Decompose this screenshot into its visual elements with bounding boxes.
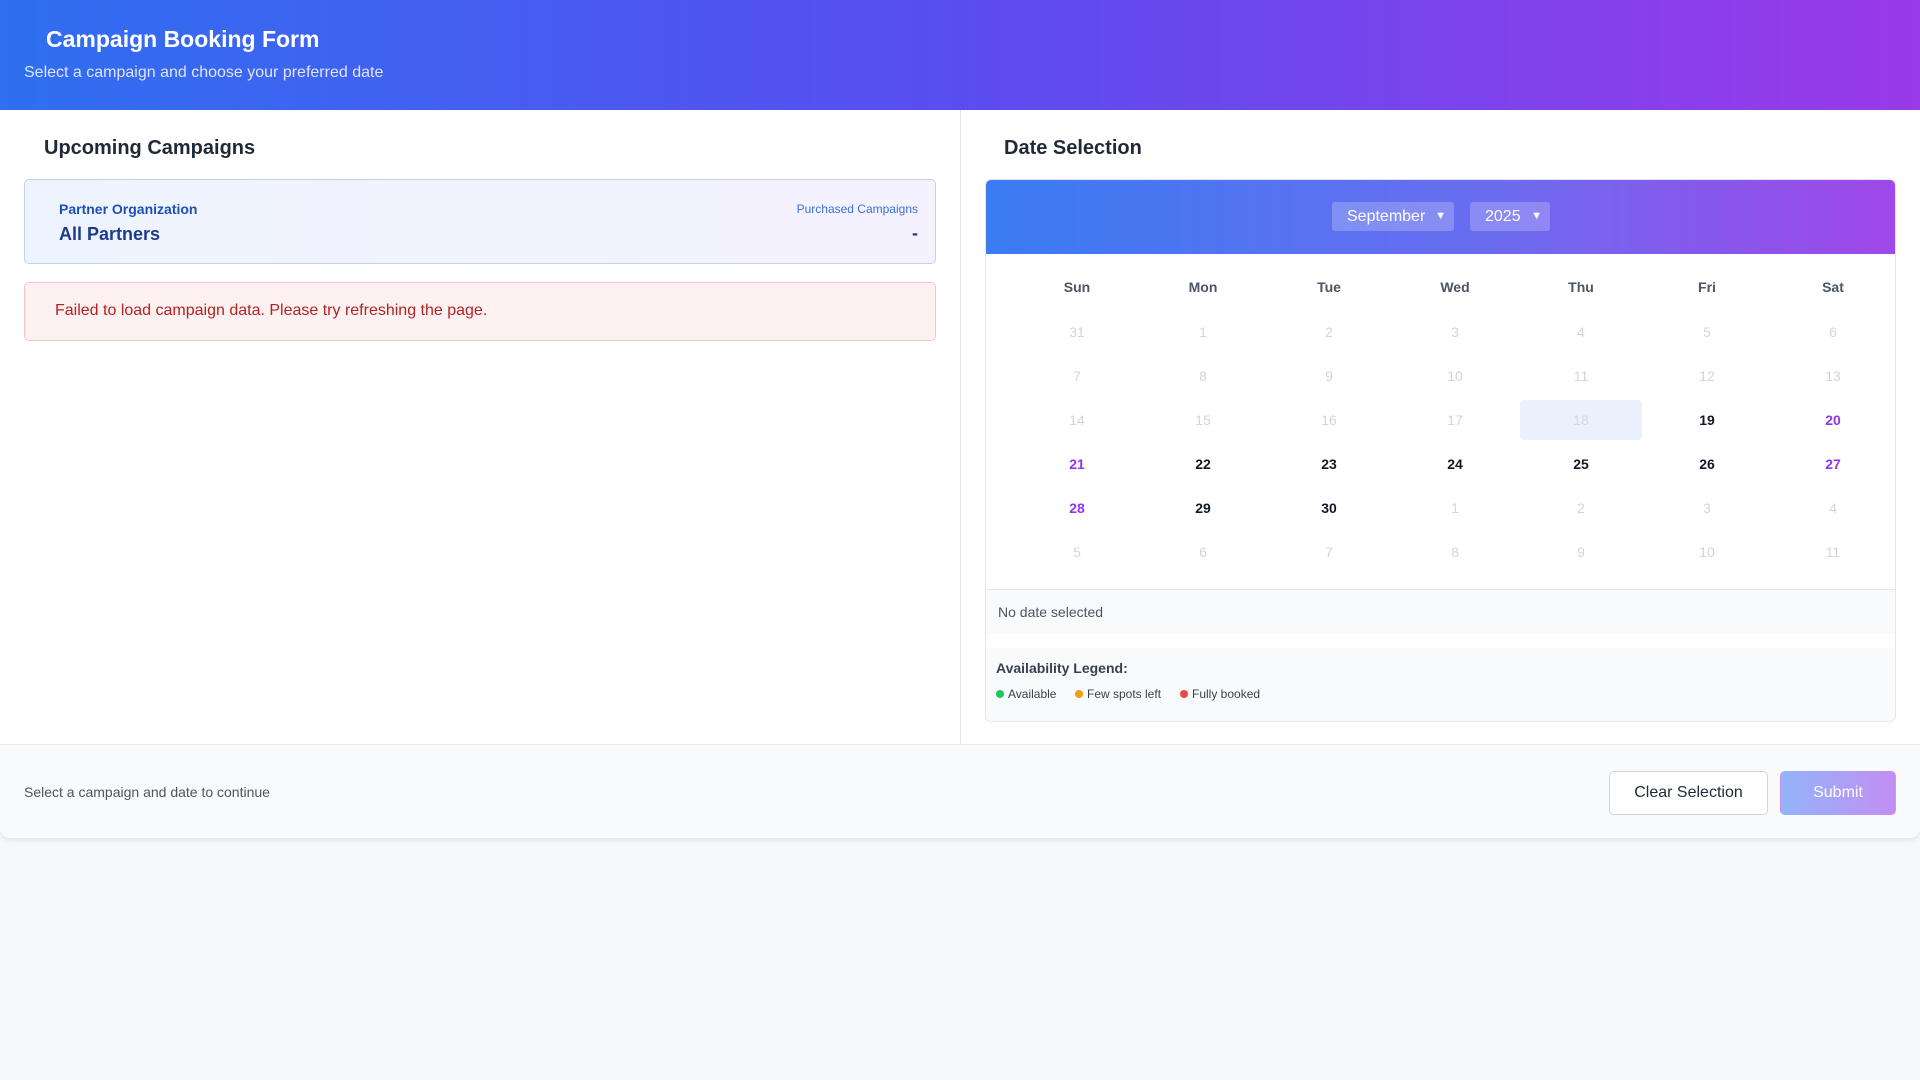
calendar-day: 5 bbox=[1703, 324, 1711, 340]
few-spots-dot-icon bbox=[1075, 689, 1083, 698]
calendar-day: 9 bbox=[1325, 368, 1333, 384]
calendar-day: 31 bbox=[1069, 324, 1085, 340]
weekday-wed: Wed bbox=[1440, 279, 1470, 295]
legend-label: Fully booked bbox=[1192, 687, 1261, 701]
calendar-day: 6 bbox=[1829, 324, 1837, 340]
calendar-day[interactable]: 18 bbox=[1520, 400, 1642, 440]
calendar-day: 3 bbox=[1451, 324, 1459, 340]
weekday-sun: Sun bbox=[1063, 279, 1091, 295]
error-message-box: Failed to load campaign data. Please try… bbox=[24, 282, 936, 341]
calendar-day: 7 bbox=[1325, 544, 1333, 560]
date-section-title: Date Selection bbox=[1004, 137, 1142, 159]
calendar-day: 5 bbox=[1073, 544, 1081, 560]
calendar-day[interactable]: 27 bbox=[1772, 444, 1894, 484]
calendar-day: 16 bbox=[1321, 412, 1337, 428]
legend-title: Availability Legend: bbox=[996, 660, 1128, 676]
weekday-sat: Sat bbox=[1822, 279, 1844, 295]
legend-item-fully-booked: Fully booked bbox=[1180, 687, 1260, 701]
calendar-day[interactable]: 25 bbox=[1520, 444, 1642, 484]
legend-item-available: Available bbox=[996, 687, 1056, 701]
weekday-tue: Tue bbox=[1317, 279, 1341, 295]
submit-button[interactable]: Submit bbox=[1780, 771, 1896, 815]
legend-label: Few spots left bbox=[1087, 687, 1162, 701]
year-select-value: 2025 bbox=[1485, 208, 1521, 225]
calendar-day: 10 bbox=[1699, 544, 1715, 560]
calendar-day: 10 bbox=[1447, 368, 1463, 384]
available-dot-icon bbox=[996, 689, 1004, 698]
form-footer: Select a campaign and date to continue C… bbox=[0, 744, 1920, 838]
calendar-day: 14 bbox=[1069, 412, 1085, 428]
chevron-down-icon: ▼ bbox=[1435, 210, 1446, 222]
booking-app: Campaign Booking Form Select a campaign … bbox=[0, 0, 1920, 838]
purchased-campaigns-label: Purchased Campaigns bbox=[796, 202, 918, 216]
legend-label: Available bbox=[1008, 687, 1057, 701]
calendar-day[interactable]: 20 bbox=[1772, 400, 1894, 440]
calendar-day: 1 bbox=[1451, 500, 1459, 516]
calendar-header: September ▼ 2025 ▼ bbox=[986, 180, 1895, 254]
fully-booked-dot-icon bbox=[1180, 689, 1188, 698]
partner-card[interactable]: Partner Organization All Partners Purcha… bbox=[24, 179, 936, 264]
calendar-day: 15 bbox=[1195, 412, 1211, 428]
page-subtitle: Select a campaign and choose your prefer… bbox=[24, 64, 384, 81]
weekday-mon: Mon bbox=[1188, 279, 1218, 295]
month-select[interactable]: September ▼ bbox=[1332, 202, 1454, 231]
calendar-day: 12 bbox=[1699, 368, 1715, 384]
error-message-text: Failed to load campaign data. Please try… bbox=[55, 302, 488, 319]
calendar-day: 3 bbox=[1703, 500, 1711, 516]
calendar-day: 8 bbox=[1199, 368, 1207, 384]
clear-selection-button[interactable]: Clear Selection bbox=[1609, 771, 1768, 815]
page-header: Campaign Booking Form Select a campaign … bbox=[0, 0, 1920, 110]
partner-label: Partner Organization bbox=[59, 201, 198, 217]
campaigns-section-title: Upcoming Campaigns bbox=[44, 137, 256, 159]
calendar-day[interactable]: 30 bbox=[1268, 488, 1390, 528]
page-title: Campaign Booking Form bbox=[46, 26, 320, 52]
availability-legend: Availability Legend: Available Few spots… bbox=[986, 648, 1895, 721]
legend-item-few-spots: Few spots left bbox=[1075, 687, 1161, 701]
year-select[interactable]: 2025 ▼ bbox=[1470, 202, 1550, 231]
calendar-day[interactable]: 19 bbox=[1646, 400, 1768, 440]
selected-date-text: No date selected bbox=[998, 604, 1104, 620]
calendar-day: 7 bbox=[1073, 368, 1081, 384]
month-select-value: September bbox=[1347, 208, 1426, 225]
weekday-thu: Thu bbox=[1568, 279, 1594, 295]
selected-date-status: No date selected bbox=[986, 589, 1895, 634]
chevron-down-icon: ▼ bbox=[1531, 210, 1542, 222]
calendar-day: 2 bbox=[1577, 500, 1585, 516]
calendar-day[interactable]: 28 bbox=[1016, 488, 1138, 528]
footer-hint: Select a campaign and date to continue bbox=[24, 784, 270, 800]
partner-value: All Partners bbox=[59, 224, 161, 244]
calendar-day: 2 bbox=[1325, 324, 1333, 340]
calendar-day: 17 bbox=[1447, 412, 1463, 428]
calendar-day: 11 bbox=[1573, 368, 1589, 384]
calendar-day[interactable]: 29 bbox=[1142, 488, 1264, 528]
calendar-day: 6 bbox=[1199, 544, 1207, 560]
calendar-day: 13 bbox=[1825, 368, 1841, 384]
panel-divider bbox=[960, 110, 961, 744]
calendar-day[interactable]: 24 bbox=[1394, 444, 1516, 484]
calendar-day: 1 bbox=[1199, 324, 1207, 340]
calendar-day: 4 bbox=[1829, 500, 1837, 516]
calendar-day[interactable]: 26 bbox=[1646, 444, 1768, 484]
calendar-day: 11 bbox=[1825, 544, 1841, 560]
calendar-day[interactable]: 23 bbox=[1268, 444, 1390, 484]
calendar: September ▼ 2025 ▼ Sun Mon Tue Wed Thu Fri Sat… bbox=[985, 179, 1896, 722]
purchased-campaigns-value: - bbox=[912, 223, 918, 243]
calendar-day: 4 bbox=[1577, 324, 1585, 340]
calendar-day: 9 bbox=[1577, 544, 1585, 560]
weekday-fri: Fri bbox=[1698, 279, 1716, 295]
calendar-day: 8 bbox=[1451, 544, 1459, 560]
calendar-day[interactable]: 22 bbox=[1142, 444, 1264, 484]
calendar-day[interactable]: 21 bbox=[1016, 444, 1138, 484]
